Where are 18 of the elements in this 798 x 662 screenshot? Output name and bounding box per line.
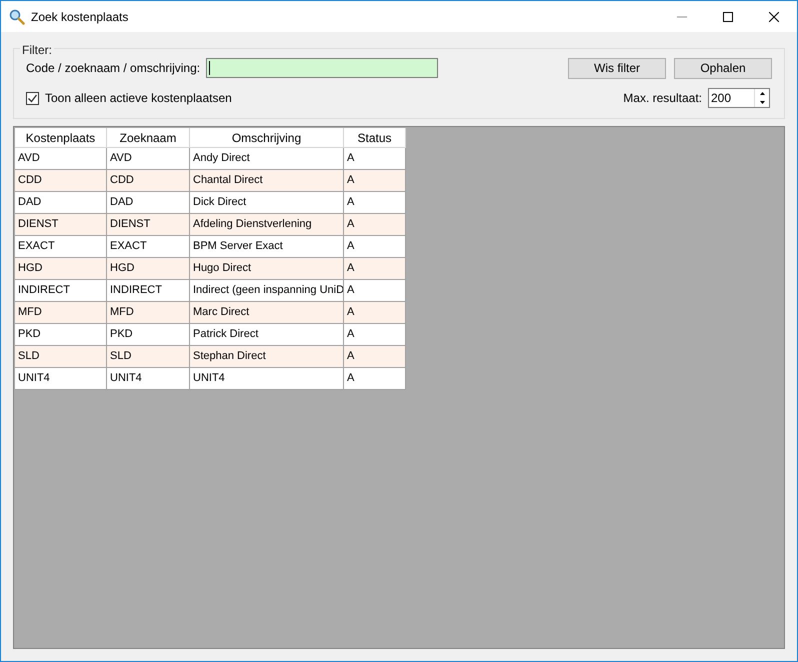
check-icon — [27, 92, 38, 104]
magnifier-icon — [9, 8, 25, 24]
maximize-icon — [723, 12, 733, 22]
checkbox-label: Toon alleen actieve kostenplaatsen — [45, 90, 232, 107]
table-cell: UNIT4 — [15, 368, 107, 390]
spinner-value: 200 — [710, 90, 732, 107]
active-checkbox[interactable] — [26, 92, 39, 104]
fetch-button[interactable]: Ophalen — [674, 58, 772, 78]
window-title: Zoek kostenplaats — [31, 8, 128, 26]
clear-filter-button[interactable]: Wis filter — [568, 58, 666, 78]
max-result-label: Max. resultaat: — [623, 90, 702, 107]
close-icon — [769, 12, 779, 22]
max-result-spinner[interactable]: 200 — [708, 88, 770, 108]
search-field[interactable] — [206, 58, 438, 78]
table-cell: UNIT4 — [190, 368, 344, 390]
search-label: Code / zoeknaam / omschrijving: — [26, 60, 200, 77]
table-cell: A — [344, 368, 406, 390]
table-cell: UNIT4 — [107, 368, 190, 390]
